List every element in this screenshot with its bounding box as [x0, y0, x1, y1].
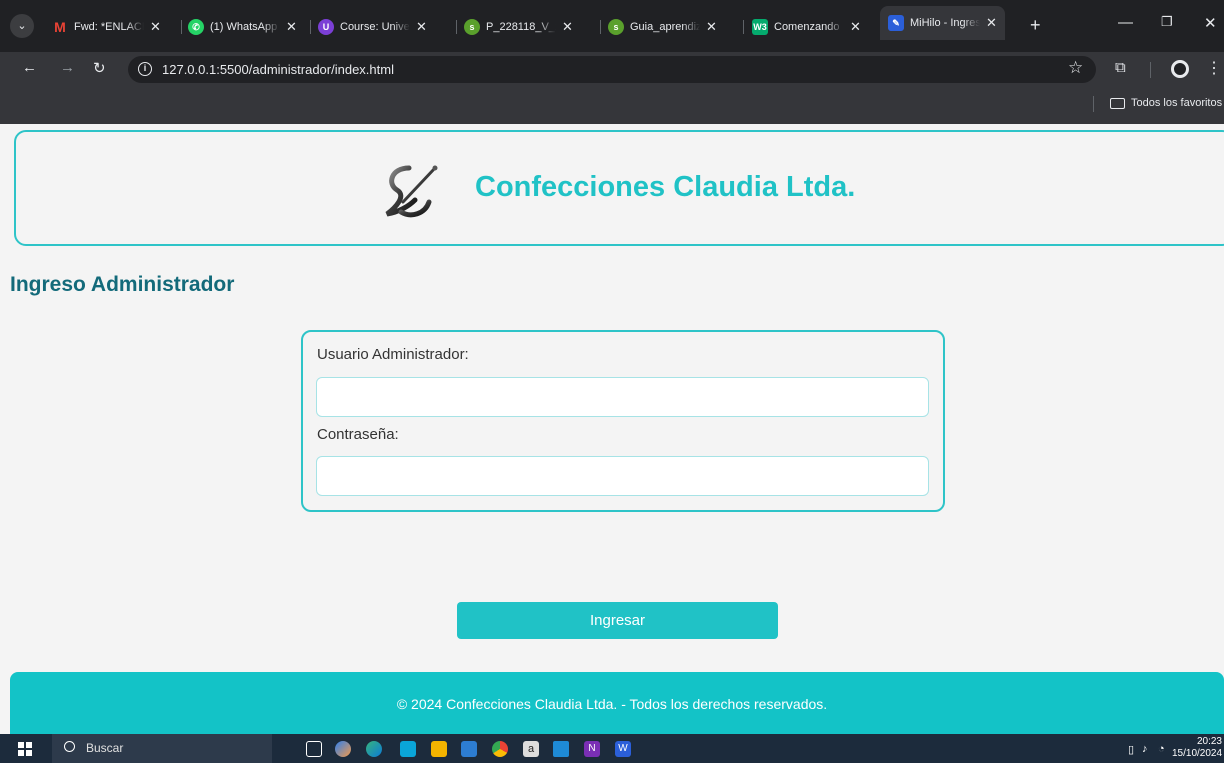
- folder-icon[interactable]: [1110, 98, 1125, 109]
- copilot-icon[interactable]: [335, 741, 351, 757]
- login-button[interactable]: Ingresar: [457, 602, 778, 639]
- footer-copyright: © 2024 Confecciones Claudia Ltda. - Todo…: [396, 696, 828, 712]
- page-icon: ✎: [888, 15, 904, 31]
- address-bar[interactable]: i 127.0.0.1:5500/administrador/index.htm…: [128, 56, 1096, 83]
- file-explorer-icon[interactable]: [431, 741, 447, 757]
- whatsapp-icon: ✆: [188, 19, 204, 35]
- close-icon[interactable]: ✕: [286, 19, 297, 35]
- gmail-icon: M: [54, 19, 66, 35]
- taskbar-search[interactable]: [52, 734, 272, 763]
- clock-time: 20:23: [1196, 736, 1222, 747]
- restore-icon[interactable]: ❐: [1161, 14, 1173, 30]
- document-icon: s: [608, 19, 624, 35]
- tab-bar: ⌄ M Fwd: *ENLACE ✕ ✆ (1) WhatsApp ✕ U Co…: [0, 0, 1224, 52]
- password-label: Contraseña:: [317, 426, 399, 443]
- battery-icon[interactable]: ▯: [1128, 743, 1134, 756]
- brand-title: Confecciones Claudia Ltda.: [475, 171, 856, 203]
- mail-icon[interactable]: [400, 741, 416, 757]
- tab-title: Fwd: *ENLACE: [74, 21, 144, 33]
- close-icon[interactable]: ✕: [416, 19, 427, 35]
- username-input[interactable]: [316, 377, 929, 417]
- search-icon: [64, 741, 75, 752]
- windows-start-icon[interactable]: [18, 742, 32, 756]
- minimize-icon[interactable]: —: [1118, 14, 1133, 31]
- taskbar-search-placeholder[interactable]: Buscar: [86, 741, 123, 755]
- site-info-icon[interactable]: i: [138, 62, 152, 76]
- profile-icon[interactable]: [1171, 60, 1189, 78]
- tab-document-2[interactable]: s Guia_aprendiz ✕: [608, 12, 717, 42]
- vscode-icon[interactable]: [553, 741, 569, 757]
- close-icon[interactable]: ✕: [986, 15, 997, 31]
- forward-icon[interactable]: →: [60, 59, 75, 76]
- window-close-icon[interactable]: ✕: [1204, 14, 1217, 32]
- extensions-icon[interactable]: ⧉: [1115, 59, 1126, 76]
- tab-search-chevron-icon[interactable]: ⌄: [10, 14, 34, 38]
- username-label: Usuario Administrador:: [317, 346, 469, 363]
- url-text[interactable]: 127.0.0.1:5500/administrador/index.html: [162, 62, 394, 77]
- tab-title: MiHilo - Ingres: [910, 17, 980, 29]
- tab-title: (1) WhatsApp: [210, 21, 278, 33]
- taskbar: Buscar a N W ▯ ♪ ◔ 20:23 15/10/2024: [0, 734, 1224, 763]
- tab-active[interactable]: ✎ MiHilo - Ingres ✕: [880, 6, 1005, 40]
- reload-icon[interactable]: ↻: [93, 59, 106, 77]
- word-icon[interactable]: W: [615, 741, 631, 757]
- task-view-icon[interactable]: [306, 741, 322, 757]
- close-icon[interactable]: ✕: [706, 19, 717, 35]
- bookmarks-bar: Todos los favoritos: [0, 86, 1224, 124]
- onenote-icon[interactable]: N: [584, 741, 600, 757]
- store-icon[interactable]: [461, 741, 477, 757]
- tab-whatsapp[interactable]: ✆ (1) WhatsApp ✕: [188, 12, 297, 42]
- volume-icon[interactable]: ♪: [1142, 743, 1148, 755]
- tab-title: P_228118_V_2: [486, 21, 556, 33]
- w3schools-icon: W3: [752, 19, 768, 35]
- document-icon: s: [464, 19, 480, 35]
- menu-icon[interactable]: ⋮: [1206, 58, 1222, 78]
- clock-date: 15/10/2024: [1172, 748, 1223, 759]
- close-icon[interactable]: ✕: [150, 19, 161, 35]
- bookmark-star-icon[interactable]: ☆: [1068, 58, 1083, 78]
- back-icon[interactable]: ←: [22, 59, 37, 76]
- all-bookmarks-link[interactable]: Todos los favoritos: [1131, 97, 1222, 109]
- tab-w3schools[interactable]: W3 Comenzando ✕: [752, 12, 861, 42]
- edge-icon[interactable]: [366, 741, 382, 757]
- page-title: Ingreso Administrador: [10, 273, 235, 296]
- navigation-bar: ← → ↻ i 127.0.0.1:5500/administrador/ind…: [0, 52, 1224, 86]
- tab-course[interactable]: U Course: Univer ✕: [318, 12, 427, 42]
- tab-gmail[interactable]: M Fwd: *ENLACE ✕: [52, 12, 161, 42]
- tab-title: Course: Univer: [340, 21, 410, 33]
- tab-title: Comenzando: [774, 21, 840, 33]
- wifi-icon[interactable]: ◔: [1158, 743, 1165, 755]
- new-tab-icon[interactable]: +: [1030, 15, 1041, 36]
- course-icon: U: [318, 19, 334, 35]
- logo-icon: [385, 165, 438, 218]
- taskbar-clock[interactable]: 20:23 15/10/2024: [1172, 736, 1222, 760]
- amazon-icon[interactable]: a: [523, 741, 539, 757]
- chrome-icon[interactable]: [492, 741, 508, 757]
- close-icon[interactable]: ✕: [850, 19, 861, 35]
- close-icon[interactable]: ✕: [562, 19, 573, 35]
- password-input[interactable]: [316, 456, 929, 496]
- tab-title: Guia_aprendiz: [630, 21, 700, 33]
- tab-document-1[interactable]: s P_228118_V_2 ✕: [464, 12, 573, 42]
